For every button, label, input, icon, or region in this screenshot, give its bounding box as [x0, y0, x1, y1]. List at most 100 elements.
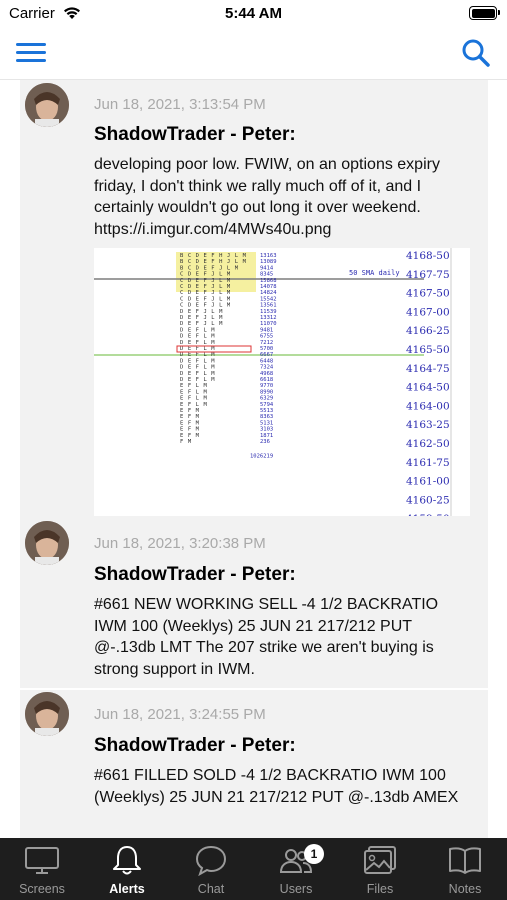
volume-label: 6618 [260, 377, 273, 383]
tpo-letters: B C D E F H J L M [180, 259, 247, 265]
avatar[interactable] [25, 521, 69, 565]
volume-label: 5513 [260, 408, 273, 414]
status-bar: Carrier 5:44 AM [0, 0, 507, 28]
price-label: 4166-25 [406, 325, 450, 337]
volume-label: 11539 [260, 309, 277, 315]
tab-label: Alerts [109, 882, 145, 896]
tpo-letters: D E F L M [180, 327, 215, 333]
price-label: 4168-50 [406, 250, 450, 262]
tpo-letters: E F M [180, 433, 200, 439]
tpo-letters: C D E F J L M [180, 296, 231, 302]
price-label: 4160-25 [406, 494, 450, 506]
photos-icon [364, 846, 396, 874]
volume-label: 14078 [260, 284, 277, 290]
price-label: 4161-75 [406, 457, 450, 469]
volume-label: 14824 [260, 290, 277, 296]
tpo-letters: E F L M [180, 402, 207, 408]
tpo-letters: D E F L M [180, 371, 215, 377]
volume-label: 6448 [260, 358, 273, 364]
tpo-letters: C D E F J L M [180, 303, 231, 309]
tpo-letters: E F L M [180, 383, 207, 389]
tpo-letters: B C D E F H J L M [180, 253, 247, 259]
price-label: 4161-00 [406, 476, 450, 488]
volume-label: 1871 [260, 433, 273, 439]
volume-label: 4968 [260, 371, 273, 377]
attached-chart-image[interactable]: 50 SMA daily B C D E F H J L MB C D E F H… [94, 248, 470, 544]
tpo-letters: C D E F J L M [180, 278, 231, 284]
volume-label: 5700 [260, 346, 273, 352]
tpo-letters: D E F L M [180, 334, 215, 340]
tpo-letters: E F L M [180, 389, 207, 395]
clock: 5:44 AM [225, 5, 282, 22]
message-text: #661 NEW WORKING SELL -4 1/2 BACKRATIO I… [94, 596, 439, 678]
price-label: 4167-00 [406, 306, 450, 318]
tpo-letters: E F M [180, 420, 200, 426]
tab-files[interactable]: Files [338, 838, 422, 900]
tpo-letters: D E F L M [180, 352, 215, 358]
tpo-letters: C D E F J L M [180, 290, 231, 296]
volume-label: 13312 [260, 315, 277, 321]
price-label: 4165-50 [406, 344, 450, 356]
top-nav-bar [0, 28, 507, 80]
price-label: 4164-75 [406, 363, 450, 375]
avatar[interactable] [25, 692, 69, 736]
avatar[interactable] [25, 83, 69, 127]
tab-screens[interactable]: Screens [0, 838, 84, 900]
price-label: 4167-75 [406, 269, 450, 281]
message-text: #661 FILLED SOLD -4 1/2 BACKRATIO IWM 10… [94, 767, 459, 806]
price-label: 4164-50 [406, 382, 450, 394]
volume-label: 7212 [260, 340, 273, 346]
tpo-letters: D E F J L M [180, 315, 223, 321]
volume-label: 8990 [260, 389, 273, 395]
tpo-letters: D E F L M [180, 377, 215, 383]
price-label: 4159-50 [406, 513, 450, 516]
search-icon[interactable] [461, 38, 491, 68]
volume-label: 6667 [260, 352, 273, 358]
tab-label: Users [279, 882, 313, 896]
market-profile-chart: 50 SMA daily B C D E F H J L MB C D E F H… [94, 248, 452, 544]
volume-label: 236 [260, 439, 270, 445]
tpo-letters: D E F L M [180, 358, 215, 364]
message-author: ShadowTrader - Peter: [94, 735, 296, 756]
message-author: ShadowTrader - Peter: [94, 564, 296, 585]
alerts-feed[interactable]: Jun 18, 2021, 3:13:54 PM ShadowTrader - … [0, 80, 507, 838]
volume-label: 15868 [260, 278, 277, 284]
volume-label: 9414 [260, 265, 274, 271]
volume-label: 9770 [260, 383, 273, 389]
hamburger-menu-icon[interactable] [16, 41, 46, 63]
volume-label: 8363 [260, 414, 273, 420]
tab-label: Files [366, 882, 394, 896]
volume-label: 5131 [260, 420, 273, 426]
tab-chat[interactable]: Chat [169, 838, 253, 900]
bottom-tab-bar: Screens Alerts Chat 1 Users Files Notes [0, 838, 507, 900]
battery-icon [469, 6, 500, 20]
volume-label: 13561 [260, 303, 277, 309]
bell-icon [113, 846, 141, 875]
book-icon [449, 847, 481, 874]
monitor-icon [25, 847, 59, 874]
tab-alerts[interactable]: Alerts [85, 838, 169, 900]
volume-label: 9481 [260, 327, 273, 333]
tpo-letters: E F L M [180, 396, 207, 402]
volume-label: 5794 [260, 402, 274, 408]
tab-notes[interactable]: Notes [423, 838, 507, 900]
tab-label: Chat [197, 882, 225, 896]
tpo-letters: C D E F J L M [180, 272, 231, 278]
volume-label: 6755 [260, 334, 273, 340]
volume-label: 13089 [260, 259, 277, 265]
volume-label: 6329 [260, 396, 273, 402]
volume-label: 13163 [260, 253, 277, 259]
volume-label: 15542 [260, 296, 277, 302]
volume-label: 8345 [260, 272, 273, 278]
volume-label: 7324 [260, 365, 274, 371]
tab-label: Screens [19, 882, 65, 896]
price-label: 4162-50 [406, 438, 450, 450]
price-label: 4163-25 [406, 419, 450, 431]
tpo-letters: D E F J L M [180, 321, 223, 327]
tab-users[interactable]: 1 Users [254, 838, 338, 900]
tpo-letters: B C D E F J L M [180, 265, 239, 271]
tpo-letters: D E F J L M [180, 309, 223, 315]
message-timestamp: Jun 18, 2021, 3:13:54 PM [94, 96, 266, 113]
price-label: 4167-50 [406, 288, 450, 300]
total-volume-label: 1026219 [250, 453, 273, 459]
